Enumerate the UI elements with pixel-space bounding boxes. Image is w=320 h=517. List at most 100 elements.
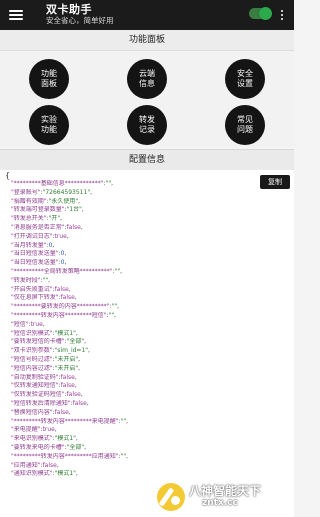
config-key: "来电提醒" xyxy=(11,426,41,434)
config-key: "转发端可登录数量" xyxy=(11,206,65,214)
config-key: "开启失败重试" xyxy=(11,285,53,293)
config-value: false xyxy=(66,223,81,231)
config-key: "捐赠有效期" xyxy=(11,197,47,205)
forward-records-button-label: 转发记录 xyxy=(139,115,155,134)
config-key: "*********转发内容*********来电提醒" xyxy=(11,417,119,425)
config-key: "打开调试日志" xyxy=(11,232,53,240)
forward-records-button[interactable]: 转发记录 xyxy=(127,105,167,145)
cloud-info-button[interactable]: 云端信息 xyxy=(127,59,167,99)
more-options-icon[interactable] xyxy=(278,8,286,22)
config-value: false xyxy=(60,373,75,381)
config-key: "*********要转发的内容**********" xyxy=(11,303,110,311)
config-line: "*********转发内容*********应用通知":"", xyxy=(11,452,129,460)
config-line: "来电提醒":true, xyxy=(11,426,57,434)
security-settings-button[interactable]: 安全设置 xyxy=(225,59,265,99)
config-key: "转发时段" xyxy=(11,276,41,284)
config-line: "*********转发内容*********来电提醒":"", xyxy=(11,417,129,425)
config-info-panel[interactable]: { 复制 "*********基础信息************":"", "登录账… xyxy=(0,170,294,517)
config-value: false xyxy=(60,294,75,302)
config-value: "全部" xyxy=(66,443,85,451)
config-line: "转发端可登录数量":"1台", xyxy=(11,206,84,214)
watermark-title: 八神智能天下 xyxy=(189,484,262,498)
config-line: "短信内容过滤":"未开启", xyxy=(11,364,81,372)
config-value: "永久使用" xyxy=(48,197,79,205)
config-line: "当日短信发送量":0, xyxy=(11,250,67,258)
config-line: "**********全局转发策略**********":"", xyxy=(11,267,123,275)
config-value: "开" xyxy=(48,215,61,223)
config-line: "*********转发内容*********短信":"", xyxy=(11,311,117,319)
config-line: "转发总开关":"开", xyxy=(11,215,63,223)
config-lines-list: "*********基础信息************":"", "登录账号":"7… xyxy=(11,180,261,479)
config-key: "转发总开关" xyxy=(11,215,47,223)
config-key: "短信号码过滤" xyxy=(11,355,53,363)
config-line: "开启失败重试":false, xyxy=(11,285,71,293)
copy-button[interactable]: 复制 xyxy=(260,175,290,189)
config-line: "双卡识别参数":"sim_id=1", xyxy=(11,347,90,355)
config-key: "**********全局转发策略**********" xyxy=(11,267,113,275)
config-line: "短信号码过滤":"未开启", xyxy=(11,355,81,363)
config-line: "应用通知":false, xyxy=(11,461,59,469)
config-value: "模式1" xyxy=(54,470,76,478)
function-panel-button-label: 功能面板 xyxy=(41,69,57,88)
config-line: "自动复制验证码":false, xyxy=(11,373,77,381)
experimental-features-button[interactable]: 实验功能 xyxy=(29,105,69,145)
config-value: false xyxy=(42,461,57,469)
watermark-logo-icon xyxy=(157,483,185,511)
config-key: "登录账号" xyxy=(11,188,41,196)
config-value: "未开启" xyxy=(54,364,79,372)
config-line: "短信识别模式":"模式1", xyxy=(11,329,78,337)
app-root: 双卡助手 安全省心，简单好用 功能面板 功能面板 云端信息 安全设置 实验功能 … xyxy=(0,0,294,517)
config-line: "*********基础信息************":"", xyxy=(11,180,114,187)
config-line: "短信转发后清除通知":false, xyxy=(11,399,89,407)
config-key: "仅在息屏下转发" xyxy=(11,294,59,302)
config-key: "通知识别模式" xyxy=(11,470,53,478)
config-line: "打开调试日志":true, xyxy=(11,232,69,240)
config-key: "当日短信发送量" xyxy=(11,250,59,258)
security-settings-button-label: 安全设置 xyxy=(237,69,253,88)
config-value: "1台" xyxy=(66,206,82,214)
faq-button[interactable]: 常见问题 xyxy=(225,105,265,145)
config-value: "模式1" xyxy=(54,329,76,337)
config-value: false xyxy=(54,285,69,293)
config-value: true xyxy=(42,426,55,434)
config-key: "*********基础信息************" xyxy=(11,180,104,187)
config-line: "要转发短信的卡槽":"全部", xyxy=(11,338,87,346)
experimental-features-button-label: 实验功能 xyxy=(41,115,57,134)
config-value: "未开启" xyxy=(54,355,79,363)
config-line: "消息服务是否正常":false, xyxy=(11,223,83,231)
config-key: "当月转发量" xyxy=(11,241,47,249)
config-line: "登录账号":"72664593511", xyxy=(11,188,92,196)
function-panel-button[interactable]: 功能面板 xyxy=(29,59,69,99)
config-line: "要转发来电的卡槽":"全部", xyxy=(11,443,87,451)
cloud-info-button-label: 云端信息 xyxy=(139,69,155,88)
config-line: "通知识别模式":"模式1", xyxy=(11,470,78,478)
config-line: "仅转发验证码短信":false, xyxy=(11,391,83,399)
config-line: "来电识别模式":"模式1", xyxy=(11,435,78,443)
config-key: "短信转发后清除通知" xyxy=(11,399,71,407)
function-panel: 功能面板 云端信息 安全设置 实验功能 转发记录 常见问题 xyxy=(0,51,294,147)
config-key: "消息服务是否正常" xyxy=(11,223,65,231)
config-line: "当日短信发送量":0, xyxy=(11,259,67,267)
config-line: "短信":true, xyxy=(11,320,45,328)
forward-switch-toggle[interactable] xyxy=(249,7,272,20)
toggle-knob xyxy=(259,7,272,20)
config-line: "捐赠有效期":"永久使用", xyxy=(11,197,81,205)
config-key: "当日短信发送量" xyxy=(11,259,59,267)
config-info-header: 配置信息 xyxy=(0,149,294,171)
config-key: "要转发短信的卡槽" xyxy=(11,338,65,346)
config-value: "72664593511" xyxy=(42,188,91,196)
config-value: false xyxy=(54,408,69,416)
config-line: "当月转发量":0, xyxy=(11,241,55,249)
config-value: true xyxy=(30,320,43,328)
app-toolbar: 双卡助手 安全省心，简单好用 xyxy=(0,0,294,30)
config-value: false xyxy=(72,399,87,407)
faq-button-label: 常见问题 xyxy=(237,115,253,134)
config-key: "短信内容过滤" xyxy=(11,364,53,372)
config-key: "仅转发通知短信" xyxy=(11,382,59,390)
config-line: "仅在息屏下转发":false, xyxy=(11,294,77,302)
config-key: "短信识别模式" xyxy=(11,329,53,337)
menu-icon[interactable] xyxy=(8,7,24,23)
config-key: "要转发来电的卡槽" xyxy=(11,443,65,451)
config-key: "仅转发验证码短信" xyxy=(11,391,65,399)
config-key: "自动复制验证码" xyxy=(11,373,59,381)
